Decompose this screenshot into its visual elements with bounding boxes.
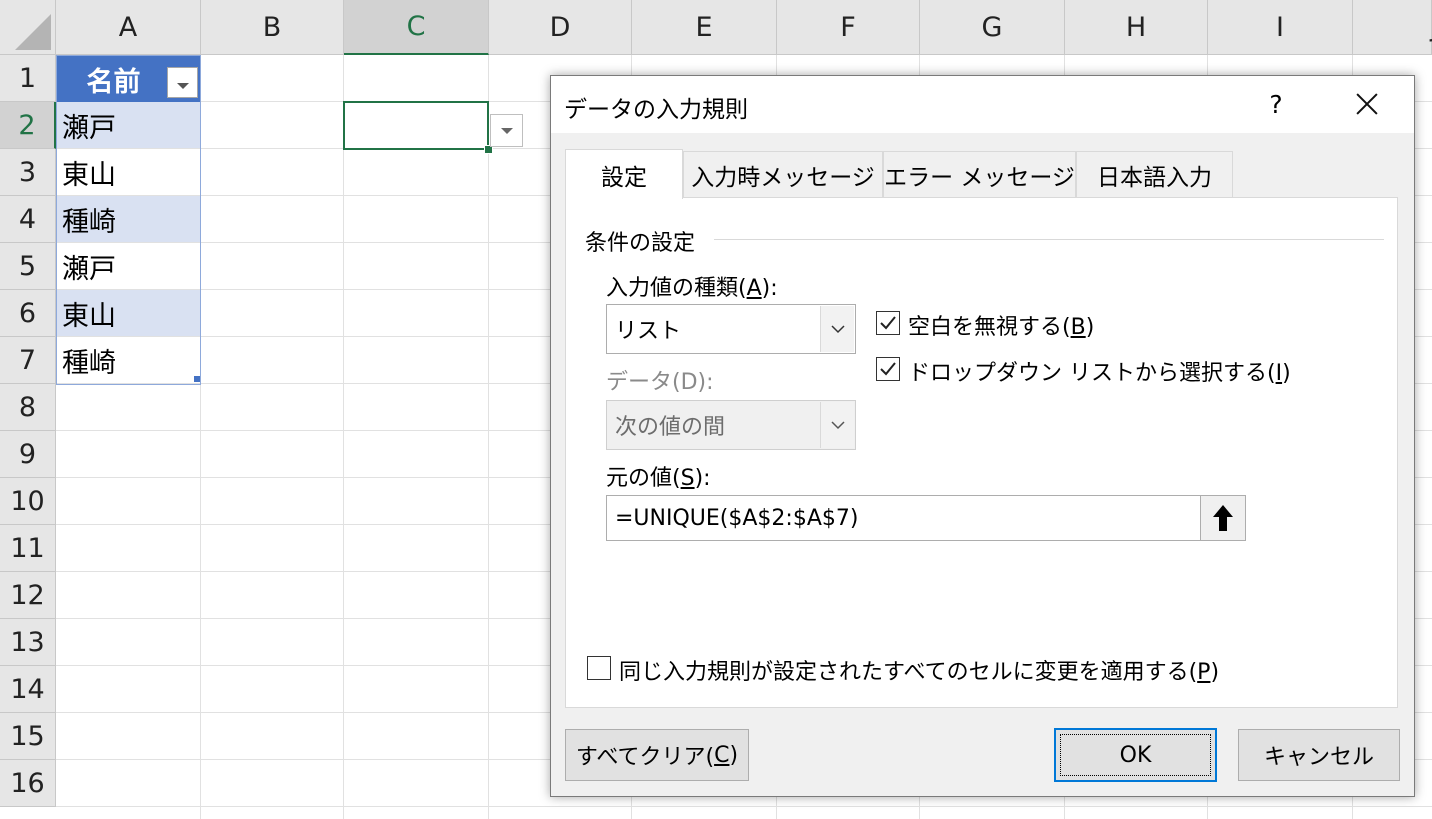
focus-ring bbox=[1060, 734, 1211, 776]
source-label: 元の値(S): bbox=[606, 460, 711, 492]
tab-ime-mode[interactable]: 日本語入力 bbox=[1076, 151, 1233, 197]
row-header-8[interactable]: 8 bbox=[0, 384, 56, 431]
tab-input-message[interactable]: 入力時メッセージ bbox=[683, 151, 883, 197]
row-header-2[interactable]: 2 bbox=[0, 102, 56, 149]
arrow-up-icon bbox=[1213, 505, 1233, 531]
allow-label-prefix: 入力値の種類( bbox=[606, 276, 747, 301]
column-header-j[interactable]: J bbox=[1353, 0, 1432, 55]
chevron-down-icon[interactable] bbox=[820, 306, 854, 352]
table-cell[interactable]: 東山 bbox=[57, 149, 200, 195]
select-all-corner[interactable] bbox=[0, 0, 56, 55]
row-header-14[interactable]: 14 bbox=[0, 666, 56, 713]
table-resize-handle[interactable] bbox=[194, 376, 200, 382]
row-header-3[interactable]: 3 bbox=[0, 149, 56, 196]
apply-all-label[interactable]: 同じ入力規則が設定されたすべてのセルに変更を適用する(P) bbox=[619, 654, 1219, 686]
row-header-13[interactable]: 13 bbox=[0, 619, 56, 666]
source-input[interactable]: =UNIQUE($A$2:$A$7) bbox=[606, 495, 1246, 541]
chevron-down-icon bbox=[176, 83, 189, 89]
column-header-e[interactable]: E bbox=[632, 0, 777, 55]
gridline bbox=[200, 55, 201, 819]
checkmark-icon bbox=[880, 362, 896, 376]
ignore-blank-checkbox[interactable] bbox=[876, 311, 900, 335]
table-cell[interactable]: 種崎 bbox=[57, 337, 200, 383]
table-cell[interactable]: 種崎 bbox=[57, 196, 200, 242]
help-button[interactable]: ? bbox=[1263, 86, 1289, 122]
in-cell-dropdown-prefix: ドロップダウン リストから選択する( bbox=[908, 361, 1276, 386]
chevron-down-icon bbox=[820, 402, 854, 448]
row-header-4[interactable]: 4 bbox=[0, 196, 56, 243]
table-cell[interactable]: 瀬戸 bbox=[57, 102, 200, 148]
clear-all-key: C bbox=[714, 742, 730, 768]
validation-dropdown-button[interactable] bbox=[490, 114, 523, 147]
row-header-11[interactable]: 11 bbox=[0, 525, 56, 572]
row-header-7[interactable]: 7 bbox=[0, 337, 56, 384]
clear-all-suffix: ) bbox=[729, 742, 739, 768]
column-header-g[interactable]: G bbox=[920, 0, 1065, 55]
in-cell-dropdown-checkbox[interactable] bbox=[876, 357, 900, 381]
collapse-dialog-button[interactable] bbox=[1200, 496, 1245, 540]
settings-panel: 条件の設定 入力値の種類(A): リスト データ(D): 次の値の間 空白を無視… bbox=[565, 197, 1398, 708]
source-label-suffix: ): bbox=[694, 466, 711, 491]
column-header-a[interactable]: A bbox=[56, 0, 201, 55]
in-cell-dropdown-label[interactable]: ドロップダウン リストから選択する(I) bbox=[908, 355, 1291, 387]
clear-all-prefix: すべてクリア( bbox=[575, 745, 715, 770]
checkmark-icon bbox=[880, 316, 896, 330]
row-header-1[interactable]: 1 bbox=[0, 55, 56, 102]
column-header-c[interactable]: C bbox=[344, 0, 489, 55]
source-label-key: S bbox=[680, 466, 695, 491]
in-cell-dropdown-suffix: ) bbox=[1282, 361, 1291, 386]
source-value: =UNIQUE($A$2:$A$7) bbox=[615, 505, 859, 531]
ok-button[interactable]: OK bbox=[1054, 728, 1217, 782]
tab-error-alert[interactable]: エラー メッセージ bbox=[883, 151, 1076, 197]
tab-settings[interactable]: 設定 bbox=[565, 149, 683, 199]
data-label: データ(D): bbox=[606, 370, 714, 395]
column-header-d[interactable]: D bbox=[489, 0, 632, 55]
column-header-h[interactable]: H bbox=[1065, 0, 1208, 55]
gridline bbox=[488, 55, 489, 819]
column-header-b[interactable]: B bbox=[201, 0, 344, 55]
apply-all-prefix: 同じ入力規則が設定されたすべてのセルに変更を適用する( bbox=[619, 660, 1198, 685]
row-header-15[interactable]: 15 bbox=[0, 713, 56, 760]
clear-all-button[interactable]: すべてクリア(C) bbox=[565, 729, 749, 781]
row-header-10[interactable]: 10 bbox=[0, 478, 56, 525]
apply-all-checkbox[interactable] bbox=[587, 656, 611, 680]
allow-select-value: リスト bbox=[615, 319, 682, 344]
row-header-16[interactable]: 16 bbox=[0, 760, 56, 807]
table-cell[interactable]: 瀬戸 bbox=[57, 243, 200, 289]
ignore-blank-prefix: 空白を無視する( bbox=[908, 315, 1071, 340]
data-select: 次の値の間 bbox=[606, 400, 856, 450]
source-label-prefix: 元の値( bbox=[606, 466, 681, 491]
column-header-i[interactable]: I bbox=[1208, 0, 1353, 55]
filter-dropdown-button[interactable] bbox=[167, 67, 198, 98]
dialog-titlebar[interactable]: データの入力規則 ? bbox=[551, 76, 1414, 133]
apply-all-suffix: ) bbox=[1210, 660, 1220, 685]
data-select-value: 次の値の間 bbox=[615, 415, 726, 440]
apply-all-key: P bbox=[1197, 660, 1211, 685]
group-divider bbox=[714, 239, 1384, 240]
allow-label: 入力値の種類(A): bbox=[606, 270, 778, 302]
row-header-12[interactable]: 12 bbox=[0, 572, 56, 619]
allow-label-key: A bbox=[746, 276, 762, 301]
close-icon[interactable] bbox=[1347, 84, 1387, 124]
row-header-5[interactable]: 5 bbox=[0, 243, 56, 290]
gridline bbox=[343, 55, 344, 819]
validation-criteria-label: 条件の設定 bbox=[585, 225, 702, 257]
row-header-9[interactable]: 9 bbox=[0, 431, 56, 478]
data-validation-dialog: データの入力規則 ? 設定 入力時メッセージ エラー メッセージ 日本語入力 条… bbox=[550, 75, 1415, 797]
active-cell-c2[interactable] bbox=[343, 101, 489, 150]
ignore-blank-suffix: ) bbox=[1085, 315, 1095, 340]
chevron-down-icon bbox=[500, 127, 513, 134]
table-cell[interactable]: 東山 bbox=[57, 290, 200, 336]
row-header-6[interactable]: 6 bbox=[0, 290, 56, 337]
column-header-f[interactable]: F bbox=[777, 0, 920, 55]
ignore-blank-key: B bbox=[1070, 315, 1086, 340]
gridline bbox=[56, 806, 1432, 807]
allow-select[interactable]: リスト bbox=[606, 304, 856, 354]
ignore-blank-label[interactable]: 空白を無視する(B) bbox=[908, 309, 1094, 341]
dialog-title: データの入力規則 bbox=[564, 97, 748, 123]
cancel-button[interactable]: キャンセル bbox=[1238, 729, 1400, 781]
allow-label-suffix: ): bbox=[761, 276, 778, 301]
